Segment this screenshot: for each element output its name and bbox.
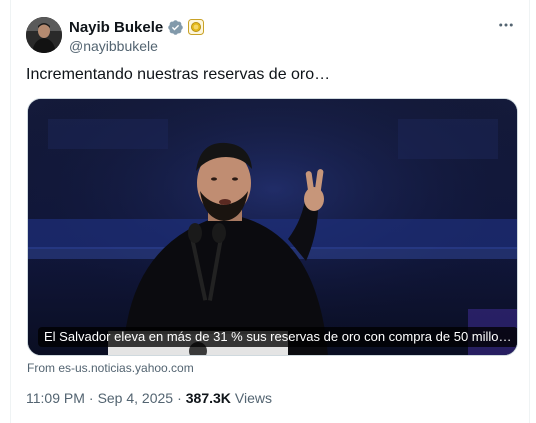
card-photo-image <box>28 99 517 355</box>
verified-badge-icon <box>167 19 184 36</box>
views-label: Views <box>234 390 272 406</box>
more-dots-icon <box>499 23 513 27</box>
tweet-container: Nayib Bukele @nayibbukele Incrementando … <box>10 0 530 423</box>
card-source-link[interactable]: From es-us.noticias.yahoo.com <box>27 361 194 375</box>
meta-separator: · <box>177 390 182 406</box>
author-name-row: Nayib Bukele <box>69 18 205 36</box>
author-handle[interactable]: @nayibbukele <box>69 38 158 54</box>
tweet-date[interactable]: Sep 4, 2025 <box>98 390 174 406</box>
more-options-button[interactable] <box>495 14 517 36</box>
avatar[interactable] <box>26 17 62 53</box>
link-card[interactable]: El Salvador eleva en más de 31 % sus res… <box>27 98 518 356</box>
meta-separator: · <box>88 390 94 406</box>
author-name[interactable]: Nayib Bukele <box>69 19 163 36</box>
tweet-text: Incrementando nuestras reservas de oro… <box>26 66 331 83</box>
gold-affiliation-badge-icon[interactable] <box>188 19 205 35</box>
views-count[interactable]: 387.3K <box>186 390 231 406</box>
tweet-meta: 11:09 PM · Sep 4, 2025 · 387.3K Views <box>26 390 272 406</box>
avatar-image <box>26 17 62 53</box>
tweet-time[interactable]: 11:09 PM <box>26 390 85 406</box>
card-caption: El Salvador eleva en más de 31 % sus res… <box>38 327 517 347</box>
